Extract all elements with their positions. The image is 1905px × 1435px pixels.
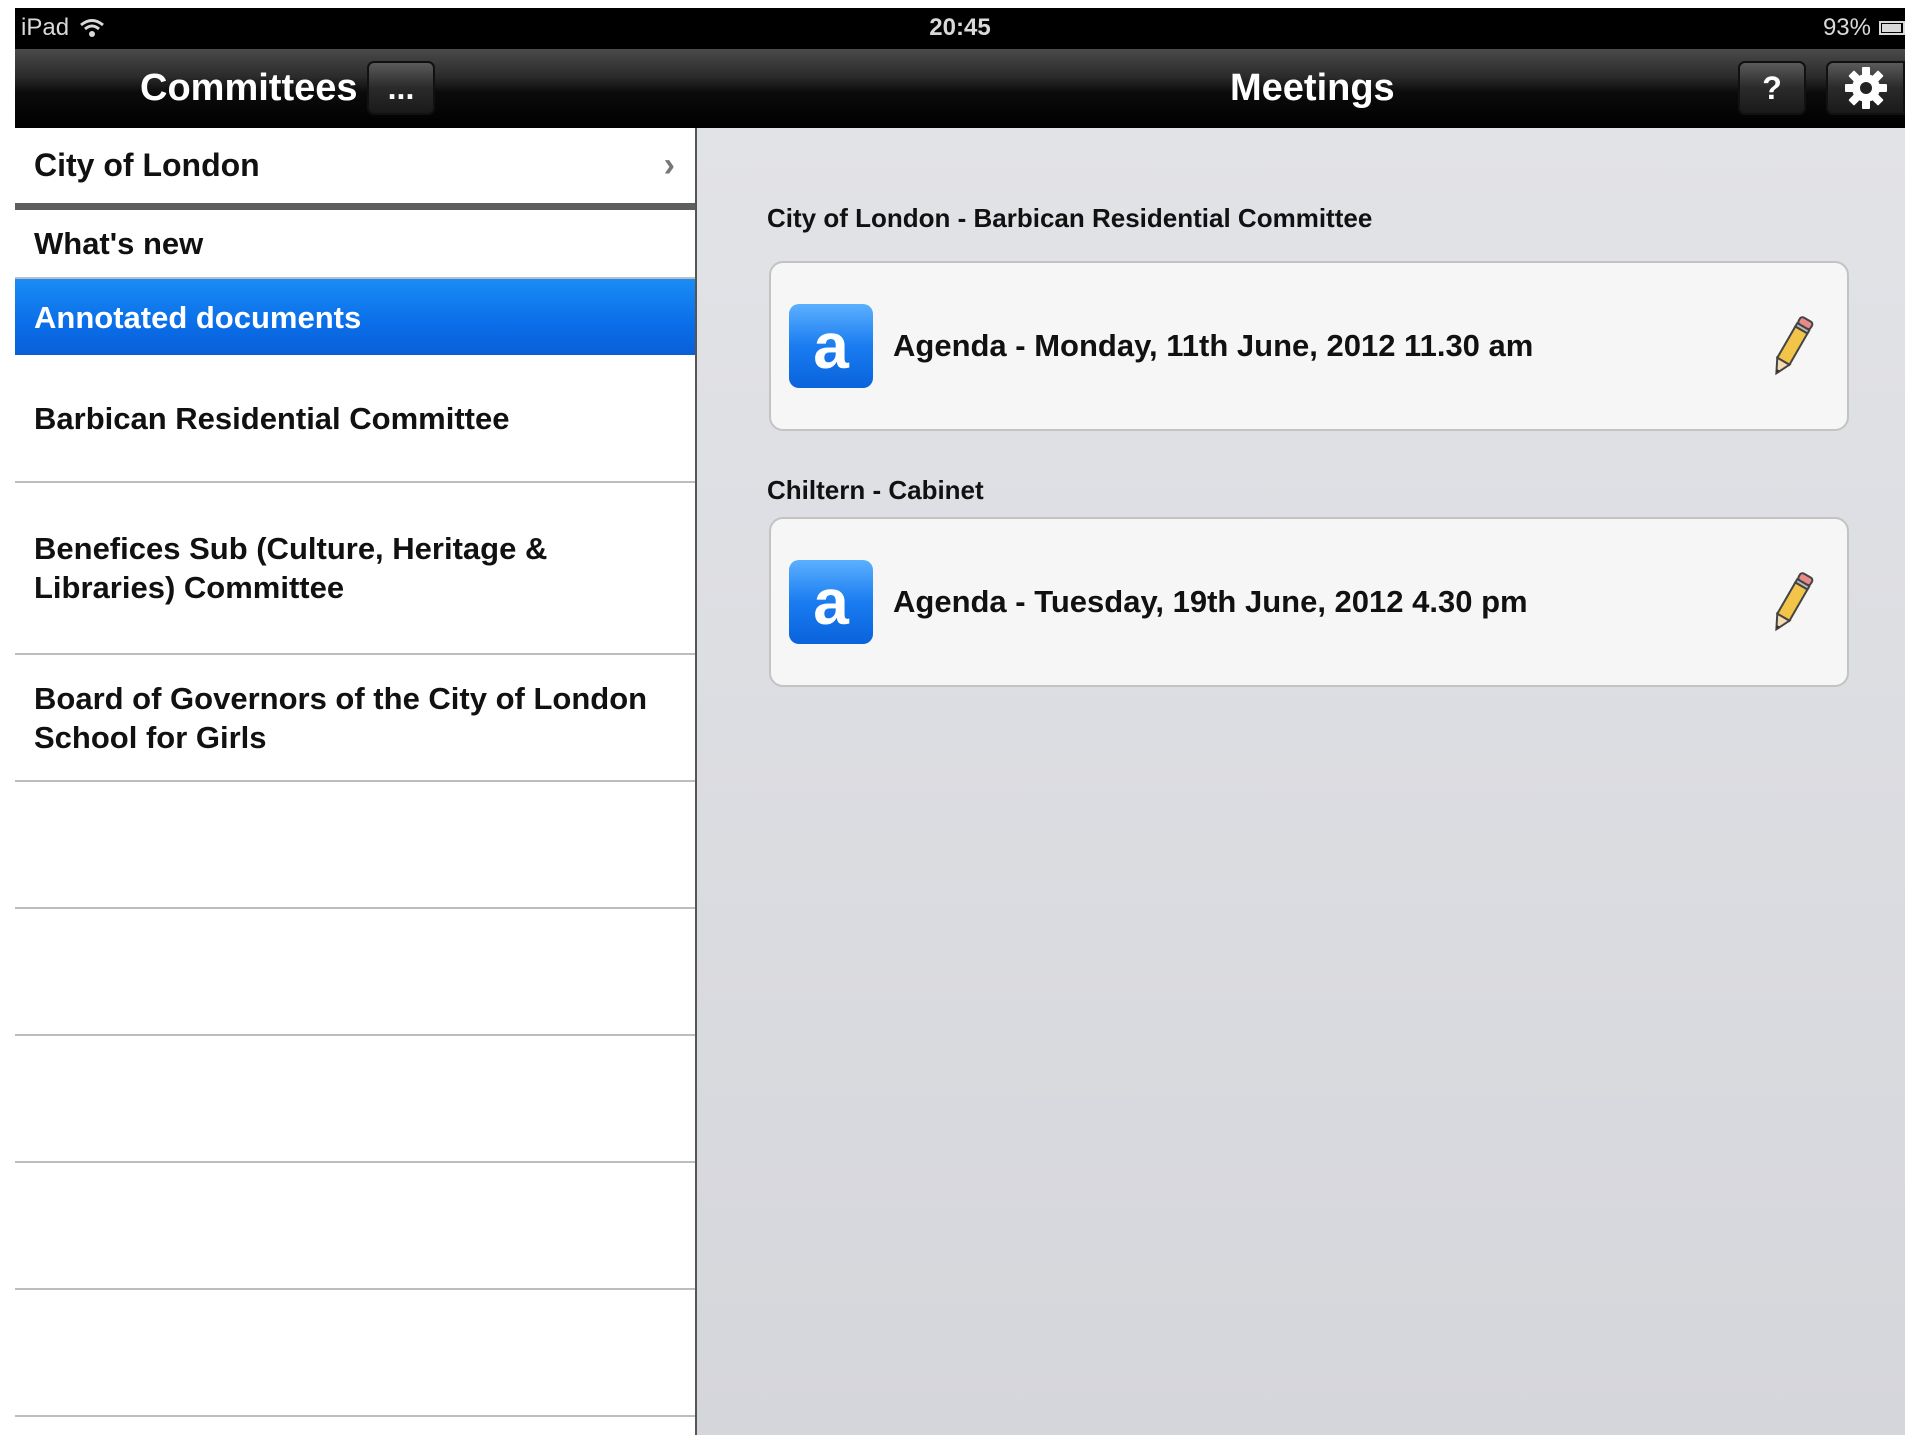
- chevron-right-icon: ›: [663, 146, 675, 184]
- sidebar-item-label: What's new: [34, 226, 204, 261]
- section-title: City of London - Barbican Residential Co…: [767, 203, 1373, 233]
- sidebar-item-barbican-residential[interactable]: Barbican Residential Committee: [15, 355, 695, 483]
- sidebar-header-city-of-london[interactable]: City of London ›: [15, 128, 695, 210]
- more-button[interactable]: ...: [367, 61, 435, 115]
- meeting-label: Agenda - Monday, 11th June, 2012 11.30 a…: [893, 328, 1534, 363]
- meeting-card[interactable]: a Agenda - Tuesday, 19th June, 2012 4.30…: [769, 517, 1849, 687]
- agenda-app-icon: a: [789, 304, 873, 388]
- sidebar-item-board-of-governors[interactable]: Board of Governors of the City of London…: [15, 655, 695, 782]
- empty-row: [15, 1036, 695, 1163]
- empty-row: [15, 909, 695, 1036]
- agenda-app-icon: a: [789, 560, 873, 644]
- empty-row: [15, 782, 695, 909]
- sidebar-header-label: City of London: [34, 147, 260, 183]
- pencil-icon[interactable]: [1761, 567, 1821, 637]
- committees-title: Committees: [140, 67, 358, 109]
- sidebar-item-annotated-documents[interactable]: Annotated documents: [15, 279, 695, 355]
- pencil-icon[interactable]: [1761, 311, 1821, 381]
- sidebar-item-label: Barbican Residential Committee: [34, 400, 510, 436]
- settings-button[interactable]: [1826, 61, 1905, 115]
- status-right: 93%: [1823, 14, 1905, 42]
- navigation-bar: Committees ... Meetings ?: [15, 49, 1905, 128]
- help-button[interactable]: ?: [1738, 61, 1806, 115]
- section-title: Chiltern - Cabinet: [767, 475, 984, 505]
- battery-percent: 93%: [1822, 14, 1871, 41]
- sidebar-item-benefices-sub[interactable]: Benefices Sub (Culture, Heritage & Libra…: [15, 483, 695, 655]
- meetings-title: Meetings: [1230, 67, 1395, 109]
- empty-row: [15, 1290, 695, 1417]
- sidebar-item-label: Benefices Sub (Culture, Heritage & Libra…: [34, 531, 548, 605]
- meeting-card[interactable]: a Agenda - Monday, 11th June, 2012 11.30…: [769, 261, 1849, 431]
- sidebar-item-label: Board of Governors of the City of London…: [34, 680, 648, 755]
- empty-row: [15, 1163, 695, 1290]
- sidebar-item-label: Annotated documents: [34, 299, 362, 335]
- status-bar: iPad 20:45 93%: [15, 8, 1905, 49]
- meetings-panel: City of London - Barbican Residential Co…: [697, 128, 1905, 1435]
- committees-sidebar: City of London › What's new Annotated do…: [15, 128, 697, 1435]
- meeting-label: Agenda - Tuesday, 19th June, 2012 4.30 p…: [893, 584, 1528, 619]
- gear-icon: [1844, 67, 1887, 109]
- sidebar-item-whats-new[interactable]: What's new: [15, 210, 695, 279]
- status-time: 20:45: [929, 14, 991, 41]
- battery-icon: [1879, 21, 1905, 35]
